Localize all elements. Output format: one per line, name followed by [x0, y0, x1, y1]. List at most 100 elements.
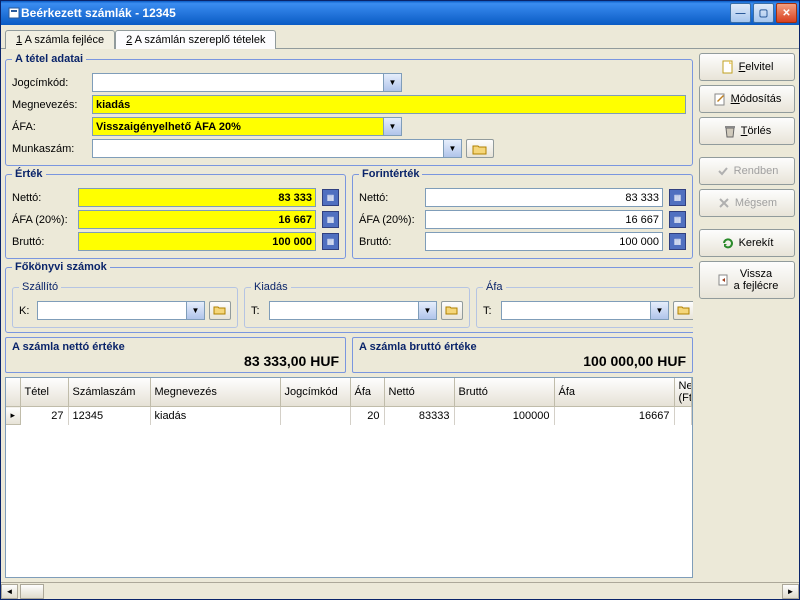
szallito-legend: Szállító [19, 281, 61, 293]
rendben-button[interactable]: Rendben [699, 157, 795, 185]
grid-rowhead [6, 378, 20, 407]
afa-account-input[interactable] [501, 301, 651, 320]
szallito-lookup[interactable] [209, 301, 231, 320]
invoice-window: Beérkezett számlák - 12345 — ▢ ✕ 1 A szá… [0, 0, 800, 600]
folder-open-icon [445, 305, 459, 316]
afa-huf-input[interactable] [425, 210, 663, 229]
cell-tetel: 27 [20, 407, 68, 425]
calculator-icon[interactable]: ▦ [669, 211, 686, 228]
tab-header[interactable]: 1 A számla fejléce [5, 30, 115, 49]
afa-input[interactable] [92, 117, 384, 136]
szallito-input[interactable] [37, 301, 187, 320]
afa-account-group: Áfa T: ▼ [476, 281, 693, 328]
fokonyvi-legend: Főkönyvi számok [12, 261, 110, 273]
summary-brutto-value: 100 000,00 HUF [359, 353, 686, 369]
vissza-button[interactable]: Visszaa fejlécre [699, 261, 795, 299]
calculator-icon[interactable]: ▦ [322, 211, 339, 228]
chevron-down-icon[interactable]: ▼ [384, 73, 402, 92]
table-row[interactable]: ▸ 27 12345 kiadás 20 83333 100000 16667 [6, 407, 692, 425]
horizontal-scrollbar[interactable]: ◄ ► [1, 582, 799, 599]
trash-icon [723, 124, 737, 138]
munkaszam-combo[interactable]: ▼ [92, 139, 462, 158]
scroll-right-icon[interactable]: ► [782, 584, 799, 599]
item-data-group: A tétel adatai Jogcímkód: ▼ Megnevezés: … [5, 53, 693, 166]
kiadas-combo[interactable]: ▼ [269, 301, 437, 320]
fokonyvi-group: Főkönyvi számok Szállító K: ▼ Kiadás T: … [5, 261, 693, 333]
kiadas-input[interactable] [269, 301, 419, 320]
felvitel-button[interactable]: FFelvitelelvitel [699, 53, 795, 81]
calculator-icon[interactable]: ▦ [669, 233, 686, 250]
jogcimkod-combo[interactable]: ▼ [92, 73, 402, 92]
calculator-icon[interactable]: ▦ [322, 189, 339, 206]
edit-icon [713, 92, 727, 106]
brutto-label: Bruttó: [12, 236, 74, 248]
jogcimkod-input[interactable] [92, 73, 384, 92]
col-jogcimkod[interactable]: Jogcímkód [280, 378, 350, 407]
brutto-huf-input[interactable] [425, 232, 663, 251]
col-megnevezes[interactable]: Megnevezés [150, 378, 280, 407]
modositas-button[interactable]: Módosítás [699, 85, 795, 113]
col-afa[interactable]: Áfa [554, 378, 674, 407]
chevron-down-icon[interactable]: ▼ [419, 301, 437, 320]
ertek-legend: Érték [12, 168, 46, 180]
scroll-thumb[interactable] [20, 584, 44, 599]
forintertek-group: Forintérték Nettó: ▦ ÁFA (20%): ▦ Bruttó: ▦ [352, 168, 693, 259]
row-indicator-icon: ▸ [6, 407, 20, 425]
item-data-legend: A tétel adatai [12, 53, 86, 65]
chevron-down-icon[interactable]: ▼ [384, 117, 402, 136]
scroll-left-icon[interactable]: ◄ [1, 584, 18, 599]
netto-input[interactable] [78, 188, 316, 207]
app-icon [7, 6, 21, 20]
netto-huf-input[interactable] [425, 188, 663, 207]
afa-combo[interactable]: ▼ [92, 117, 402, 136]
cell-netto-ft [674, 407, 692, 425]
items-grid[interactable]: Tétel Számlaszám Megnevezés Jogcímkód Áf… [5, 377, 693, 578]
summary-netto: A számla nettó értéke 83 333,00 HUF [5, 337, 346, 373]
grid-header-row: Tétel Számlaszám Megnevezés Jogcímkód Áf… [6, 378, 692, 407]
cell-megnevezes: kiadás [150, 407, 280, 425]
forintertek-legend: Forintérték [359, 168, 422, 180]
brutto-input[interactable] [78, 232, 316, 251]
megnevezes-input[interactable] [92, 95, 686, 114]
munkaszam-label: Munkaszám: [12, 143, 88, 155]
cell-jogcimkod [280, 407, 350, 425]
brutto-huf-label: Bruttó: [359, 236, 421, 248]
kerekit-button[interactable]: Kerekít [699, 229, 795, 257]
titlebar[interactable]: Beérkezett számlák - 12345 — ▢ ✕ [1, 1, 799, 25]
col-brutto[interactable]: Bruttó [454, 378, 554, 407]
col-szamlaszam[interactable]: Számlaszám [68, 378, 150, 407]
ertek-group: Érték Nettó:▦ ÁFA (20%):▦ Bruttó:▦ [5, 168, 346, 259]
chevron-down-icon[interactable]: ▼ [444, 139, 462, 158]
kiadas-lookup[interactable] [441, 301, 463, 320]
afa-account-lookup[interactable] [673, 301, 693, 320]
summary-netto-value: 83 333,00 HUF [12, 353, 339, 369]
calculator-icon[interactable]: ▦ [322, 233, 339, 250]
col-tetel[interactable]: Tétel [20, 378, 68, 407]
calculator-icon[interactable]: ▦ [669, 189, 686, 206]
cell-szamlaszam: 12345 [68, 407, 150, 425]
close-button[interactable]: ✕ [776, 3, 797, 23]
kiadas-legend: Kiadás [251, 281, 291, 293]
afa-account-legend: Áfa [483, 281, 506, 293]
col-afa-perc[interactable]: Áfa [350, 378, 384, 407]
afa-account-combo[interactable]: ▼ [501, 301, 669, 320]
chevron-down-icon[interactable]: ▼ [187, 301, 205, 320]
refresh-icon [721, 236, 735, 250]
cell-netto: 83333 [384, 407, 454, 425]
szallito-combo[interactable]: ▼ [37, 301, 205, 320]
munkaszam-input[interactable] [92, 139, 444, 158]
minimize-button[interactable]: — [730, 3, 751, 23]
afa-amount-input[interactable] [78, 210, 316, 229]
afa-huf-label: ÁFA (20%): [359, 214, 421, 226]
col-netto[interactable]: Nettó [384, 378, 454, 407]
maximize-button[interactable]: ▢ [753, 3, 774, 23]
megsem-button[interactable]: Mégsem [699, 189, 795, 217]
torles-button[interactable]: Törlés [699, 117, 795, 145]
netto-label: Nettó: [12, 192, 74, 204]
chevron-down-icon[interactable]: ▼ [651, 301, 669, 320]
col-netto-ft[interactable]: Nettó (Ft) [674, 378, 692, 407]
tab-items[interactable]: 2 A számlán szereplő tételek [115, 30, 276, 49]
netto-huf-label: Nettó: [359, 192, 421, 204]
back-icon [716, 273, 730, 287]
folder-open-button[interactable] [466, 139, 494, 158]
